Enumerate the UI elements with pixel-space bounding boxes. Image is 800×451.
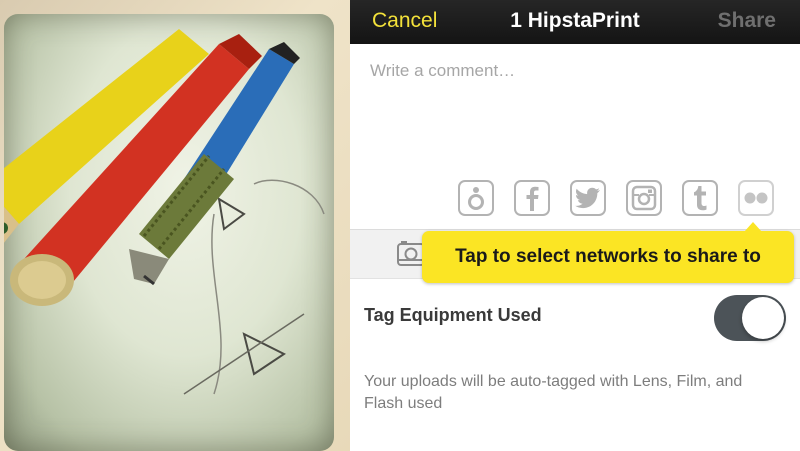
photo-frame (0, 0, 350, 451)
tag-equipment-toggle[interactable] (714, 295, 786, 341)
share-button[interactable]: Share (718, 9, 776, 33)
tag-equipment-row: Tag Equipment Used (350, 279, 800, 363)
instagram-icon (631, 185, 657, 211)
facebook-icon (526, 186, 539, 211)
network-selector (458, 180, 800, 218)
flickr-icon (744, 192, 768, 204)
navigation-bar: Cancel 1 HipstaPrint Share (350, 0, 800, 44)
tooltip-arrow (744, 222, 762, 232)
share-networks-tooltip: Tap to select networks to share to (422, 222, 794, 283)
tag-equipment-description: Your uploads will be auto-tagged with Le… (364, 373, 743, 412)
photo-preview (4, 14, 334, 451)
network-twitter-button[interactable] (570, 180, 606, 216)
tooltip-text: Tap to select networks to share to (455, 246, 761, 267)
twitter-icon (575, 187, 600, 209)
network-instagram-button[interactable] (626, 180, 662, 216)
tumblr-icon (694, 186, 707, 211)
network-facebook-button[interactable] (514, 180, 550, 216)
toggle-knob (742, 297, 784, 339)
network-flickr-button[interactable] (738, 180, 774, 216)
network-tumblr-button[interactable] (682, 180, 718, 216)
share-panel: Cancel 1 HipstaPrint Share Write a comme… (350, 0, 800, 451)
network-foursquare-button[interactable] (458, 180, 494, 216)
photo-pencils-illustration (4, 29, 325, 395)
tag-equipment-label: Tag Equipment Used (364, 305, 542, 325)
foursquare-icon (468, 187, 484, 210)
